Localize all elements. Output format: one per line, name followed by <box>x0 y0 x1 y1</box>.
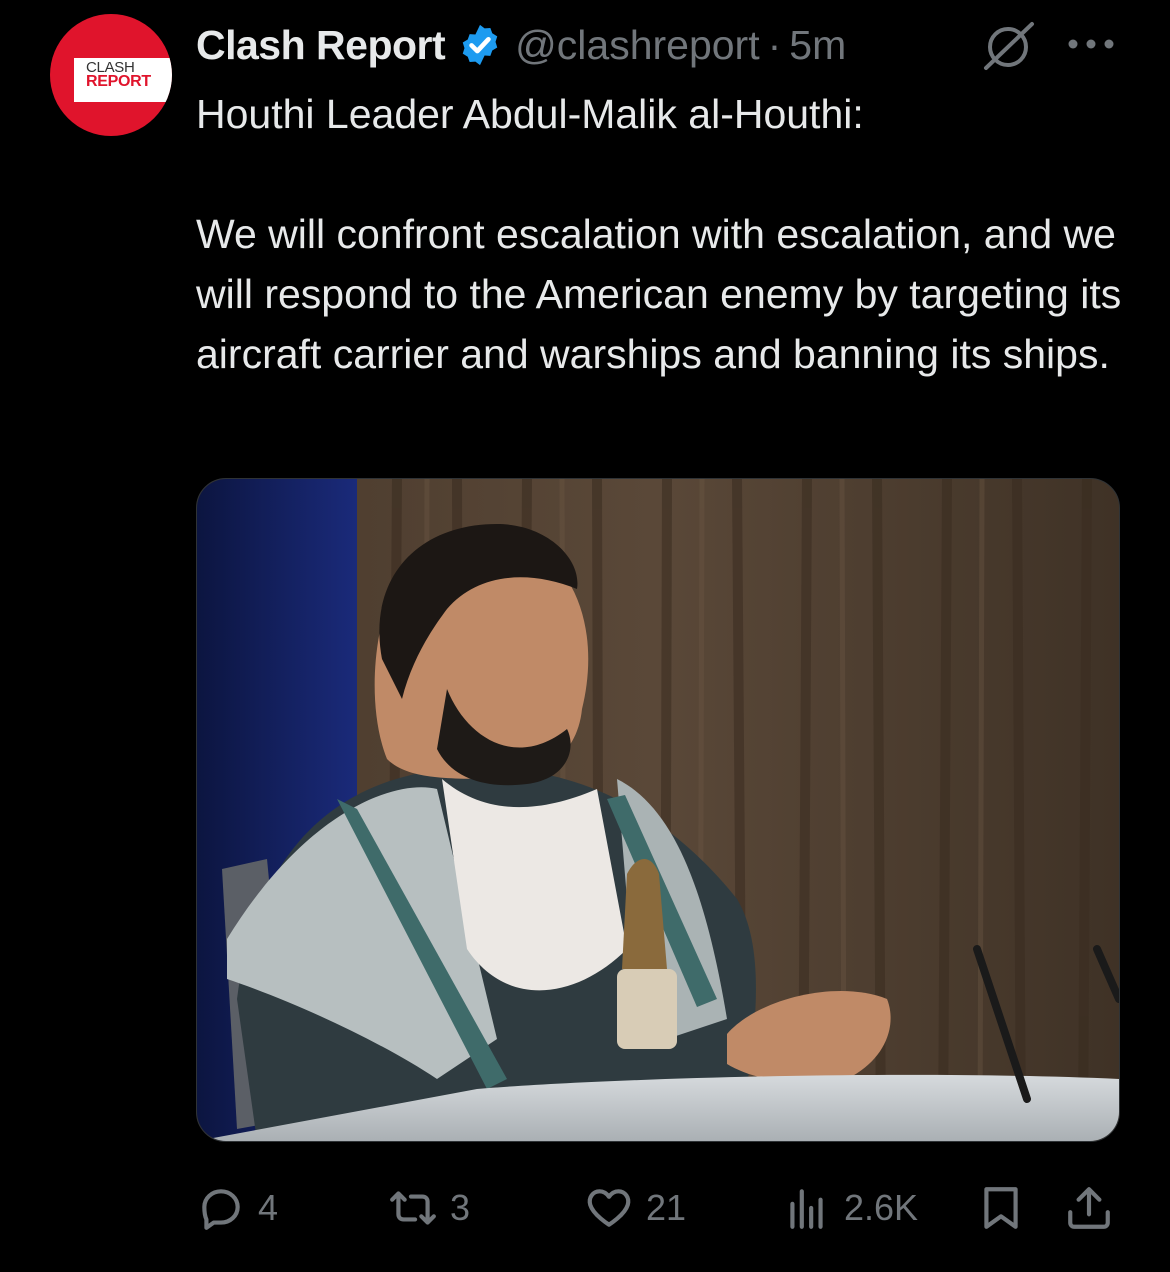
author-avatar[interactable]: CLASH REPORT <box>50 14 172 136</box>
views-count: 2.6K <box>844 1187 919 1228</box>
repost-icon <box>390 1191 436 1225</box>
post-header: Clash Report @clashreport · 5m <box>196 20 846 70</box>
reply-count: 4 <box>258 1187 279 1228</box>
avatar-logo-line2: REPORT <box>86 73 151 90</box>
bookmark-button[interactable] <box>976 1176 1026 1240</box>
reply-icon <box>202 1189 240 1230</box>
author-name[interactable]: Clash Report <box>196 22 446 69</box>
post-text-heading: Houthi Leader Abdul-Malik al-Houthi: <box>196 91 864 137</box>
post-media-photo[interactable] <box>196 478 1120 1142</box>
post-text-quote: We will confront escalation with escalat… <box>196 211 1122 377</box>
repost-button[interactable]: 3 <box>388 1176 470 1240</box>
views-button[interactable]: 2.6K <box>782 1176 918 1240</box>
heart-icon <box>587 1189 631 1227</box>
post-timestamp[interactable]: 5m <box>789 22 846 69</box>
share-button[interactable] <box>1064 1176 1114 1240</box>
photo-illustration <box>197 479 1119 1141</box>
share-icon <box>1068 1187 1110 1229</box>
grok-icon[interactable] <box>982 20 1038 72</box>
repost-count: 3 <box>450 1187 471 1228</box>
header-separator: · <box>767 21 782 68</box>
post-actions-bar: 4 3 21 2.6K <box>196 1176 1118 1240</box>
like-count: 21 <box>646 1187 687 1228</box>
more-options-icon[interactable] <box>1066 34 1116 54</box>
like-button[interactable]: 21 <box>584 1176 686 1240</box>
author-handle[interactable]: @clashreport <box>515 22 759 69</box>
verified-badge-icon[interactable] <box>457 22 503 68</box>
bookmark-icon <box>984 1187 1018 1229</box>
post-text: Houthi Leader Abdul-Malik al-Houthi: We … <box>196 84 1126 384</box>
reply-button[interactable]: 4 <box>196 1176 278 1240</box>
views-chart-icon <box>790 1189 823 1229</box>
